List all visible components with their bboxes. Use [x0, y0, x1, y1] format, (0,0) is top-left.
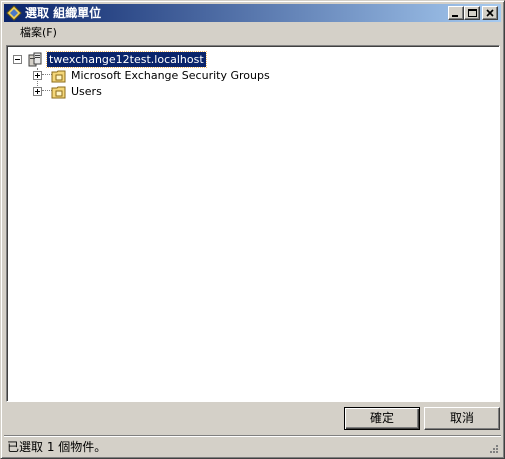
close-button[interactable] — [482, 6, 498, 20]
tree-node-root[interactable]: twexchange12test.localhost — [7, 51, 207, 68]
minimize-button[interactable] — [448, 6, 464, 20]
status-text: 已選取 1 個物件。 — [7, 440, 107, 454]
tree-node-child[interactable]: Microsoft Exchange Security Groups — [7, 68, 270, 84]
select-ou-dialog: 選取 組織單位 檔案(F) twexchange12test.localhost… — [0, 0, 505, 459]
resize-grip-icon[interactable] — [487, 442, 499, 454]
menu-file[interactable]: 檔案(F) — [20, 26, 57, 40]
maximize-button[interactable] — [464, 6, 480, 20]
close-icon — [486, 9, 494, 17]
menu-bar: 檔案(F) — [4, 23, 501, 43]
app-icon — [6, 5, 22, 21]
tree-node-child[interactable]: Users — [7, 84, 127, 100]
tree-node-label[interactable]: Microsoft Exchange Security Groups — [69, 68, 272, 83]
tree-node-label[interactable]: Users — [69, 84, 104, 99]
minimize-icon — [452, 15, 458, 17]
domain-icon — [28, 52, 42, 67]
organizational-unit-folder-icon — [51, 86, 66, 99]
ou-tree-view[interactable]: twexchange12test.localhost Microsoft Exc… — [6, 45, 500, 402]
status-bar: 已選取 1 個物件。 — [4, 435, 501, 456]
maximize-icon — [468, 9, 477, 17]
collapse-toggle[interactable] — [13, 55, 22, 64]
expand-toggle[interactable] — [33, 87, 42, 96]
window-title: 選取 組織單位 — [25, 6, 102, 20]
cancel-button[interactable]: 取消 — [424, 407, 500, 430]
expand-toggle[interactable] — [33, 71, 42, 80]
organizational-unit-folder-icon — [51, 70, 66, 83]
tree-node-label[interactable]: twexchange12test.localhost — [46, 51, 207, 68]
ok-button[interactable]: 確定 — [344, 407, 420, 430]
title-bar[interactable]: 選取 組織單位 — [4, 4, 501, 22]
